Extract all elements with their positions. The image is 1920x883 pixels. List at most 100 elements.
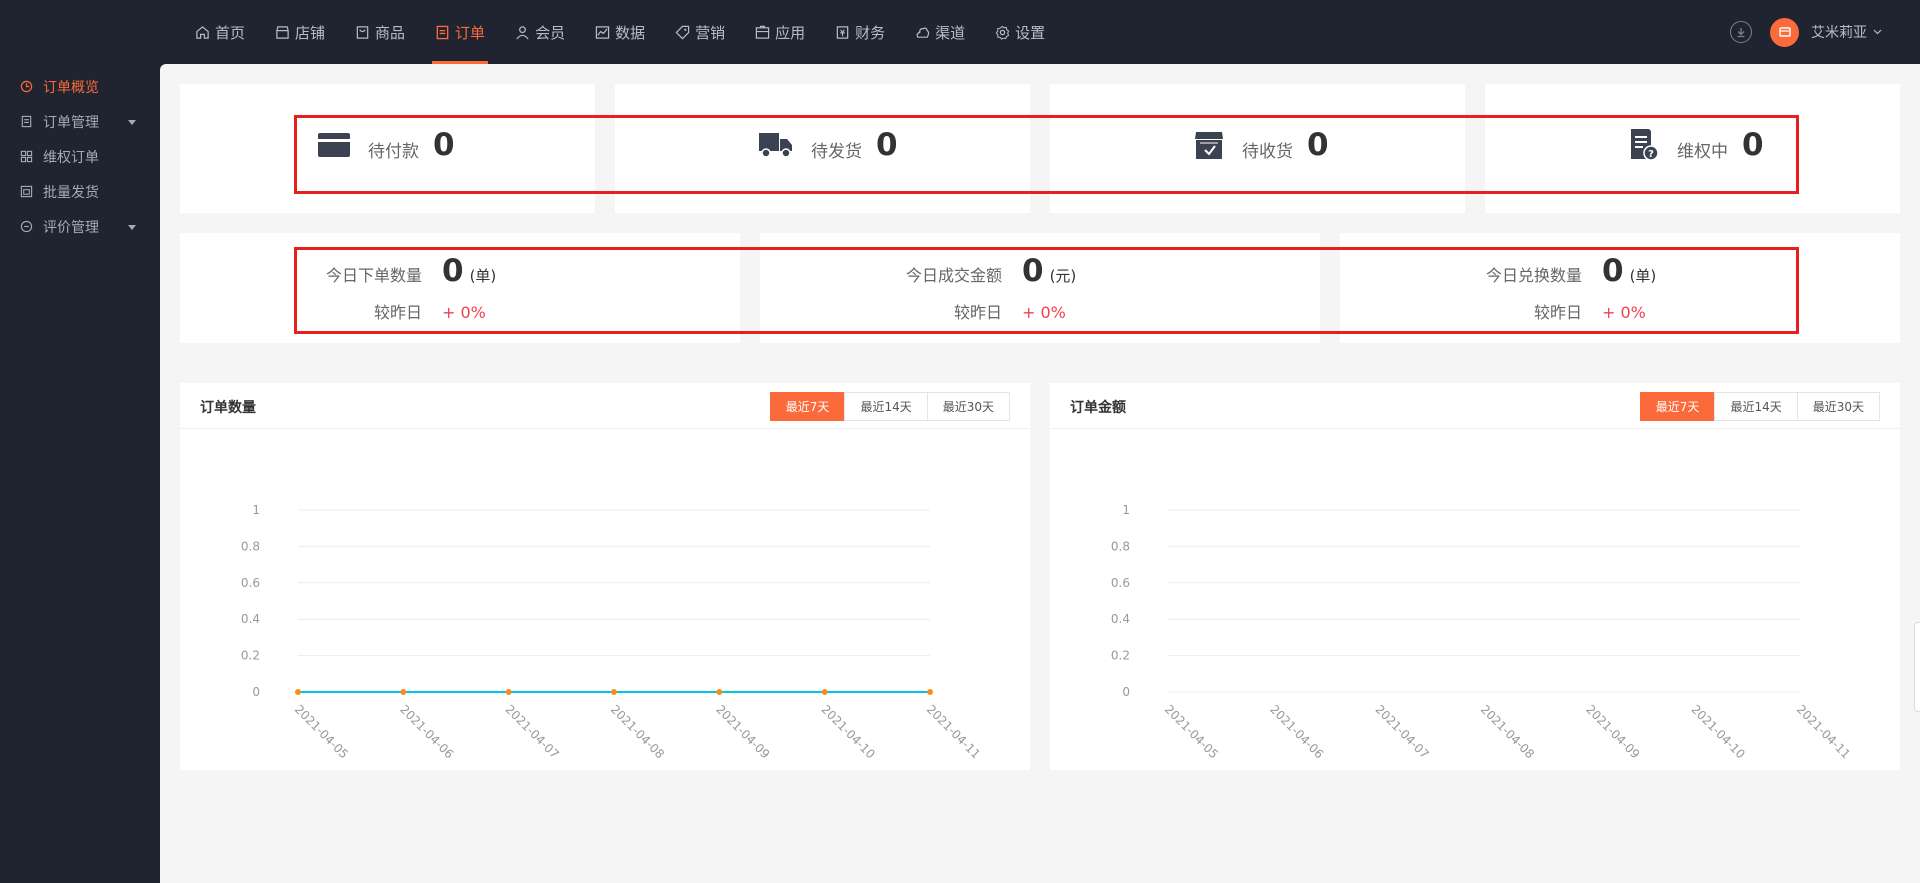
status-value: 0 — [876, 127, 898, 163]
compare-label: 较昨日 — [953, 303, 1002, 322]
gear-icon — [995, 25, 1010, 40]
y-tick-label: 1 — [252, 503, 260, 517]
x-tick-label: 2021-04-09 — [713, 702, 772, 761]
y-tick-label: 0.6 — [241, 576, 260, 590]
x-tick-label: 2021-04-11 — [1794, 702, 1853, 761]
chart-title: 订单金额 — [1070, 400, 1126, 416]
range-30-days-button[interactable]: 最近30天 — [926, 392, 1010, 421]
chart-card-order-count: 订单数量 最近7天 最近14天 最近30天 0 0.2 0.4 0.6 0.8 1 2021… — [180, 383, 1030, 770]
compare-value: + 0% — [1022, 303, 1066, 322]
tag-icon — [675, 25, 690, 40]
y-tick-label: 1 — [1122, 503, 1130, 517]
home-icon — [195, 25, 210, 40]
shop-avatar-icon — [1778, 27, 1791, 37]
status-value: 0 — [1307, 127, 1329, 163]
x-tick-label: 2021-04-06 — [397, 702, 456, 761]
status-label: 维权中 — [1677, 141, 1728, 162]
download-icon — [1737, 28, 1745, 38]
status-card-rights-protection[interactable]: ? 维权中 0 — [1485, 84, 1900, 213]
finance-icon — [835, 25, 850, 40]
sidebar-item-label: 维权订单 — [43, 149, 99, 166]
nav-label: 会员 — [535, 23, 566, 42]
range-14-days-button[interactable]: 最近14天 — [1714, 392, 1798, 421]
nav-label: 财务 — [855, 23, 886, 42]
data-point — [505, 689, 512, 695]
caret-down-icon — [128, 120, 136, 125]
nav-item-channel[interactable]: 渠道 — [900, 0, 980, 64]
nav-item-order[interactable]: 订单 — [420, 0, 500, 64]
nav-item-home[interactable]: 首页 — [180, 0, 260, 64]
y-tick-label: 0.6 — [1111, 576, 1130, 590]
order-count-chart: 0 0.2 0.4 0.6 0.8 1 2021-04-05 2021-04-06 2021-0… — [241, 503, 983, 761]
top-navigation-bar: 首页 店铺 商品 订单 会员 数据 营销 应用 财务 渠道 设置 艾米莉亚 — [0, 0, 1920, 64]
download-button[interactable] — [1730, 21, 1752, 43]
status-label: 待付款 — [368, 141, 419, 162]
document-icon — [20, 115, 33, 128]
x-tick-label: 2021-04-07 — [1373, 702, 1432, 761]
caret-down-icon — [128, 225, 136, 230]
avatar[interactable] — [1770, 17, 1799, 47]
compare-label: 较昨日 — [373, 303, 422, 322]
range-7-days-button[interactable]: 最近7天 — [1639, 392, 1716, 421]
range-30-days-button[interactable]: 最近30天 — [1796, 392, 1880, 421]
data-icon — [595, 25, 610, 40]
nav-item-finance[interactable]: 财务 — [820, 0, 900, 64]
status-card-pending-shipment[interactable]: 待发货 0 — [615, 84, 1030, 213]
status-card-pending-receipt[interactable]: 待收货 0 — [1050, 84, 1465, 213]
store-icon — [275, 25, 290, 40]
nav-item-settings[interactable]: 设置 — [980, 0, 1060, 64]
user-area: 艾米莉亚 — [1730, 0, 1882, 64]
data-point — [295, 689, 301, 695]
box-check-icon — [1195, 132, 1223, 159]
user-menu[interactable]: 艾米莉亚 — [1811, 22, 1882, 42]
grid-icon — [20, 150, 33, 163]
nav-item-marketing[interactable]: 营销 — [660, 0, 740, 64]
sidebar-item-order-overview[interactable]: 订单概览 — [0, 69, 160, 104]
sidebar-item-order-management[interactable]: 订单管理 — [0, 104, 160, 139]
svg-text:?: ? — [1648, 149, 1654, 160]
status-label: 待收货 — [1242, 141, 1293, 162]
x-tick-label: 2021-04-07 — [503, 702, 562, 761]
today-label: 今日成交金额 — [905, 266, 1002, 285]
status-value: 0 — [1742, 127, 1764, 163]
x-tick-label: 2021-04-11 — [924, 702, 983, 761]
chart-header: 订单数量 最近7天 最近14天 最近30天 — [180, 383, 1030, 429]
sidebar-item-label: 订单概览 — [43, 79, 99, 96]
side-drawer-handle[interactable] — [1914, 622, 1920, 712]
range-selector: 最近7天 最近14天 最近30天 — [1639, 392, 1880, 421]
status-value: 0 — [433, 127, 455, 163]
sidebar-item-label: 订单管理 — [43, 114, 99, 131]
sidebar: 订单概览 订单管理 维权订单 批量发货 评价管理 — [0, 64, 160, 883]
data-point — [821, 689, 828, 695]
app-icon — [755, 25, 770, 40]
x-tick-label: 2021-04-08 — [1478, 702, 1537, 761]
today-label: 今日下单数量 — [325, 266, 422, 285]
data-point — [400, 689, 407, 695]
range-14-days-button[interactable]: 最近14天 — [844, 392, 928, 421]
sidebar-item-rights-orders[interactable]: 维权订单 — [0, 139, 160, 174]
member-icon — [515, 25, 530, 40]
today-card-order-count: 今日下单数量 0 (单) 较昨日 + 0% — [180, 233, 740, 343]
today-value: 0 — [1602, 253, 1624, 289]
channel-icon — [915, 25, 930, 40]
nav-item-goods[interactable]: 商品 — [340, 0, 420, 64]
x-tick-label: 2021-04-05 — [292, 702, 351, 761]
sidebar-item-review-management[interactable]: 评价管理 — [0, 209, 160, 244]
chart-header: 订单金额 最近7天 最近14天 最近30天 — [1050, 383, 1900, 429]
sidebar-item-bulk-shipping[interactable]: 批量发货 — [0, 174, 160, 209]
compare-value: + 0% — [1602, 303, 1646, 322]
nav-item-apps[interactable]: 应用 — [740, 0, 820, 64]
nav-label: 应用 — [775, 23, 806, 42]
nav-item-data[interactable]: 数据 — [580, 0, 660, 64]
username: 艾米莉亚 — [1811, 25, 1867, 41]
nav-label: 设置 — [1015, 23, 1046, 42]
nav-item-member[interactable]: 会员 — [500, 0, 580, 64]
nav-item-store[interactable]: 店铺 — [260, 0, 340, 64]
y-tick-label: 0.4 — [1111, 612, 1130, 626]
goods-icon — [355, 25, 370, 40]
range-selector: 最近7天 最近14天 最近30天 — [769, 392, 1010, 421]
range-7-days-button[interactable]: 最近7天 — [769, 392, 846, 421]
today-unit: (单) — [1629, 267, 1657, 285]
status-card-pending-payment[interactable]: 待付款 0 — [180, 84, 595, 213]
y-tick-label: 0.8 — [241, 539, 260, 553]
